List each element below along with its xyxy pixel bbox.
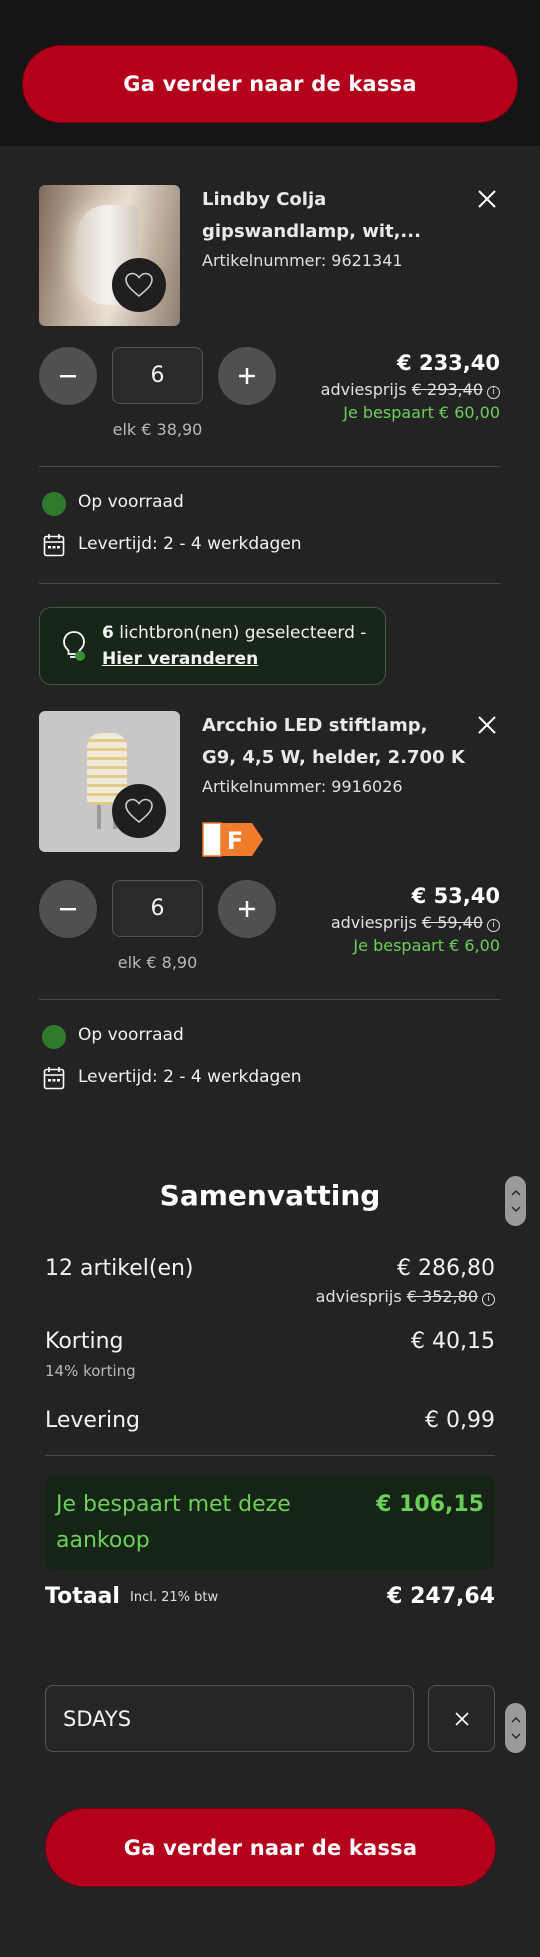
divider	[39, 999, 500, 1000]
clear-code-close-icon[interactable]	[428, 1685, 495, 1752]
energy-label-badge[interactable]: F	[202, 822, 264, 857]
product-image[interactable]	[39, 711, 180, 852]
calendar-icon	[43, 1067, 65, 1090]
divider	[39, 466, 500, 467]
item-price: € 53,40	[411, 884, 500, 908]
discount-code-input[interactable]: SDAYS	[45, 1685, 414, 1752]
checkout-button-bottom[interactable]: Ga verder naar de kassa	[45, 1808, 496, 1887]
stock-status: Op voorraad	[78, 492, 184, 512]
quantity-decrease-button[interactable]	[39, 347, 97, 405]
bulb-count: 6	[102, 623, 114, 643]
total-tax-note: Incl. 21% btw	[130, 1590, 219, 1605]
quantity-decrease-button[interactable]	[39, 880, 97, 938]
discount-label: Korting	[45, 1329, 124, 1354]
total-savings-box: Je bespaart met deze aankoop € 106,15	[45, 1475, 495, 1570]
item-price: € 233,40	[397, 351, 500, 375]
delivery-label: Levering	[45, 1408, 141, 1433]
bulb-text: lichtbron(nen) geselecteerd -	[119, 623, 367, 643]
summary-title: Samenvatting	[159, 1179, 381, 1212]
advice-price: adviesprijs € 59,40 i	[331, 913, 500, 932]
discount-value: € 40,15	[411, 1329, 495, 1354]
product-sku: Artikelnummer: 9916026	[202, 777, 403, 796]
divider	[45, 1455, 495, 1456]
remove-item-close-icon[interactable]	[474, 712, 500, 738]
quantity-input[interactable]: 6	[112, 347, 203, 404]
delivery-cost: € 0,99	[425, 1408, 495, 1433]
calendar-icon	[43, 534, 65, 557]
quantity-increase-button[interactable]	[218, 880, 276, 938]
discount-percent: 14% korting	[45, 1362, 136, 1380]
delivery-time: Levertijd: 2 - 4 werkdagen	[78, 1067, 302, 1087]
divider	[39, 583, 500, 584]
info-icon[interactable]: i	[487, 386, 500, 399]
item-savings: Je bespaart € 60,00	[343, 403, 500, 422]
advice-price: adviesprijs € 293,40 i	[321, 380, 500, 399]
product-image[interactable]	[39, 185, 180, 326]
info-icon[interactable]: i	[487, 919, 500, 932]
remove-item-close-icon[interactable]	[474, 186, 500, 212]
checkout-button-top[interactable]: Ga verder naar de kassa	[22, 45, 518, 123]
items-subtotal: € 286,80	[397, 1256, 495, 1281]
delivery-time: Levertijd: 2 - 4 werkdagen	[78, 534, 302, 554]
total-savings-label: Je bespaart met deze aankoop	[56, 1492, 291, 1553]
energy-class-text: F	[227, 827, 243, 855]
total-value: € 247,64	[387, 1584, 495, 1609]
change-bulbs-link[interactable]: Hier veranderen	[102, 649, 258, 669]
item-savings: Je bespaart € 6,00	[353, 936, 500, 955]
bulb-selection-notice: 6 lichtbron(nen) geselecteerd - Hier ver…	[39, 607, 386, 685]
lightbulb-icon	[63, 631, 85, 661]
product-title[interactable]: Arcchio LED stiftlamp, G9, 4,5 W, helder…	[202, 710, 472, 774]
favorite-heart-icon[interactable]	[112, 784, 166, 838]
in-stock-icon	[42, 1025, 66, 1049]
unit-price: elk € 38,90	[112, 420, 203, 439]
stock-status: Op voorraad	[78, 1025, 184, 1045]
product-title[interactable]: Lindby Colja gipswandlamp, wit,...	[202, 184, 472, 248]
quantity-input[interactable]: 6	[112, 880, 203, 937]
in-stock-icon	[42, 492, 66, 516]
quantity-increase-button[interactable]	[218, 347, 276, 405]
product-sku: Artikelnummer: 9621341	[202, 251, 403, 270]
items-count: 12 artikel(en)	[45, 1256, 194, 1281]
scroll-stepper[interactable]	[505, 1703, 526, 1753]
info-icon[interactable]: i	[482, 1293, 495, 1306]
total-label: Totaal	[45, 1584, 120, 1609]
summary-advice-price: adviesprijs € 352,80 i	[316, 1287, 495, 1306]
total-savings-value: € 106,15	[376, 1492, 484, 1517]
favorite-heart-icon[interactable]	[112, 258, 166, 312]
unit-price: elk € 8,90	[117, 953, 198, 972]
